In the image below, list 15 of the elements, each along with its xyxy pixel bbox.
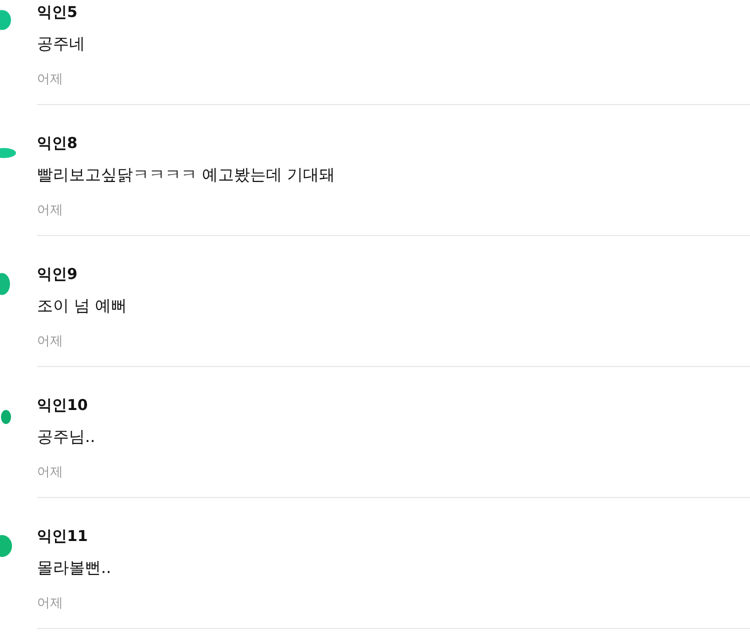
author-name: 익인11	[37, 526, 89, 546]
author-name: 익인5	[37, 2, 78, 22]
author-name: 익인10	[37, 395, 89, 415]
comment-text: 몰라볼뻔..	[37, 557, 112, 579]
author-name: 익인9	[37, 264, 78, 284]
comment-time: 어제	[37, 464, 64, 482]
comment-time: 어제	[37, 333, 64, 351]
comment-text: 빨리보고싶닭ㅋㅋㅋㅋ 예고봤는데 기대돼	[37, 164, 336, 186]
comment-text: 조이 넘 예뻐	[37, 295, 128, 317]
comment-time: 어제	[37, 202, 64, 220]
comment-time: 어제	[37, 71, 64, 89]
comment-text: 공주네	[37, 33, 86, 55]
comment-text: 공주님..	[37, 426, 96, 448]
comment-time: 어제	[37, 595, 64, 613]
author-name: 익인8	[37, 133, 78, 153]
